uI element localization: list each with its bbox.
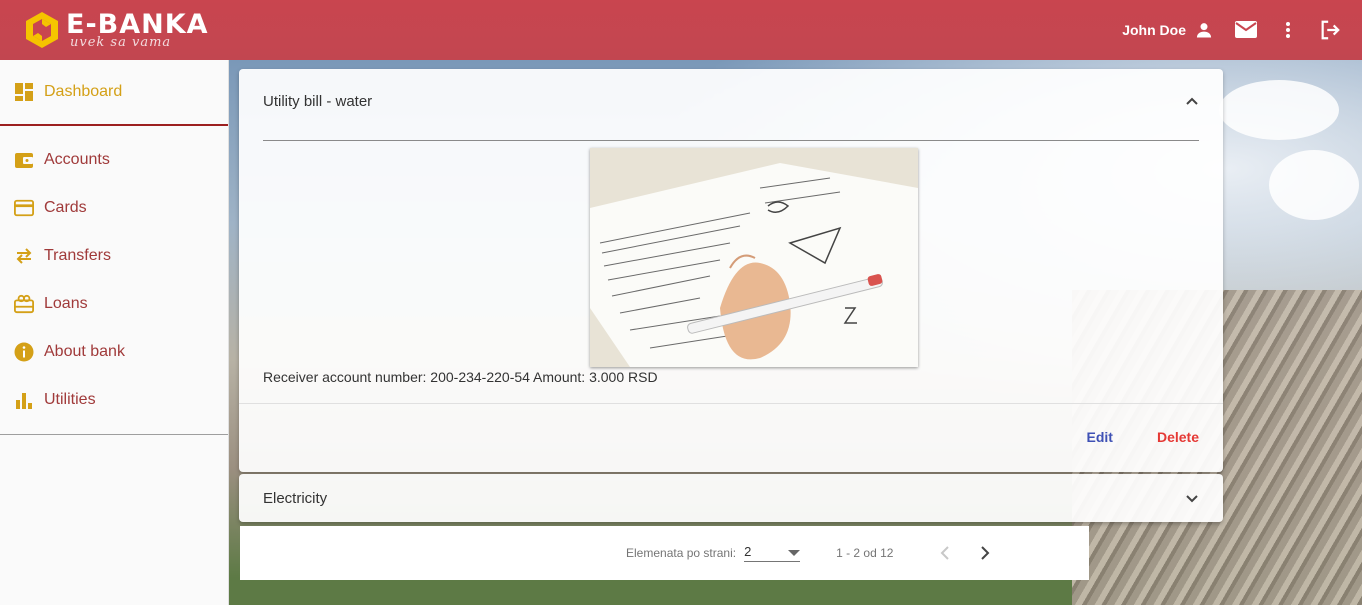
receiver-details: Receiver account number: 200-234-220-54 … <box>263 369 658 385</box>
more-vert-icon[interactable] <box>1276 18 1300 42</box>
panel-header[interactable]: Utility bill - water <box>239 69 1223 133</box>
expansion-panel-electricity: Electricity <box>239 474 1223 522</box>
page-size-label: Elemenata po strani: <box>626 546 737 560</box>
sidebar-item-dashboard[interactable]: Dashboard <box>0 68 228 116</box>
logo-mark-icon <box>26 12 58 48</box>
paginator: Elemenata po strani: 2 1 - 2 od 12 <box>240 526 1089 580</box>
logo-subtitle: uvek sa vama <box>70 35 172 50</box>
logo-title: E-BANKA <box>66 9 209 40</box>
previous-page-button[interactable] <box>933 541 957 565</box>
bank-logo[interactable]: E-BANKA uvek sa vama <box>22 10 209 50</box>
account-icon <box>1192 18 1216 42</box>
sidebar-item-utilities[interactable]: Utilities <box>0 376 228 424</box>
panel-title: Utility bill - water <box>263 92 373 110</box>
user-name: John Doe <box>1122 22 1186 38</box>
sidebar-item-label: About bank <box>44 343 125 360</box>
sidebar-item-label: Cards <box>44 199 87 216</box>
panel-divider <box>263 140 1199 141</box>
sidebar-item-label: Loans <box>44 295 88 312</box>
page-size-select[interactable]: 2 <box>744 544 801 562</box>
chevron-down-icon[interactable] <box>1185 490 1199 507</box>
delete-button[interactable]: Delete <box>1157 429 1199 445</box>
mail-icon[interactable] <box>1234 18 1258 42</box>
sidebar-divider <box>0 434 228 435</box>
cloud-shape <box>1269 150 1359 220</box>
next-page-button[interactable] <box>973 541 997 565</box>
panel-title: Electricity <box>263 489 328 507</box>
bar-chart-icon <box>14 390 34 410</box>
dashboard-icon <box>14 82 34 102</box>
page-range-label: 1 - 2 od 12 <box>836 546 894 560</box>
gift-card-icon <box>14 294 34 314</box>
sidebar-item-about-bank[interactable]: About bank <box>0 328 228 376</box>
logout-icon[interactable] <box>1318 18 1342 42</box>
user-menu[interactable]: John Doe <box>1122 18 1216 42</box>
info-icon <box>14 342 34 362</box>
page-size-value: 2 <box>744 544 752 559</box>
credit-card-icon <box>14 198 34 218</box>
sidebar-divider <box>0 124 228 126</box>
cloud-shape <box>1219 80 1339 140</box>
sidebar-item-accounts[interactable]: Accounts <box>0 136 228 184</box>
sidebar-item-cards[interactable]: Cards <box>0 184 228 232</box>
panel-header[interactable]: Electricity <box>239 474 1223 522</box>
wallet-icon <box>14 150 34 170</box>
expansion-panel-water: Utility bill - water Receiver account nu… <box>239 69 1223 472</box>
sidebar-item-label: Dashboard <box>44 83 123 100</box>
actions-divider <box>239 403 1223 404</box>
sidebar-item-label: Utilities <box>44 391 96 408</box>
top-app-bar: E-BANKA uvek sa vama John Doe <box>0 0 1362 60</box>
edit-button[interactable]: Edit <box>1087 429 1113 445</box>
sidebar-item-transfers[interactable]: Transfers <box>0 232 228 280</box>
sidebar-item-label: Accounts <box>44 151 110 168</box>
bill-image <box>590 148 918 367</box>
dropdown-arrow-icon <box>788 544 801 559</box>
sidebar: Dashboard Accounts Cards Transfers Loans… <box>0 60 229 605</box>
sidebar-item-label: Transfers <box>44 247 111 264</box>
swap-arrows-icon <box>14 246 34 266</box>
chevron-up-icon[interactable] <box>1185 93 1199 110</box>
sidebar-item-loans[interactable]: Loans <box>0 280 228 328</box>
